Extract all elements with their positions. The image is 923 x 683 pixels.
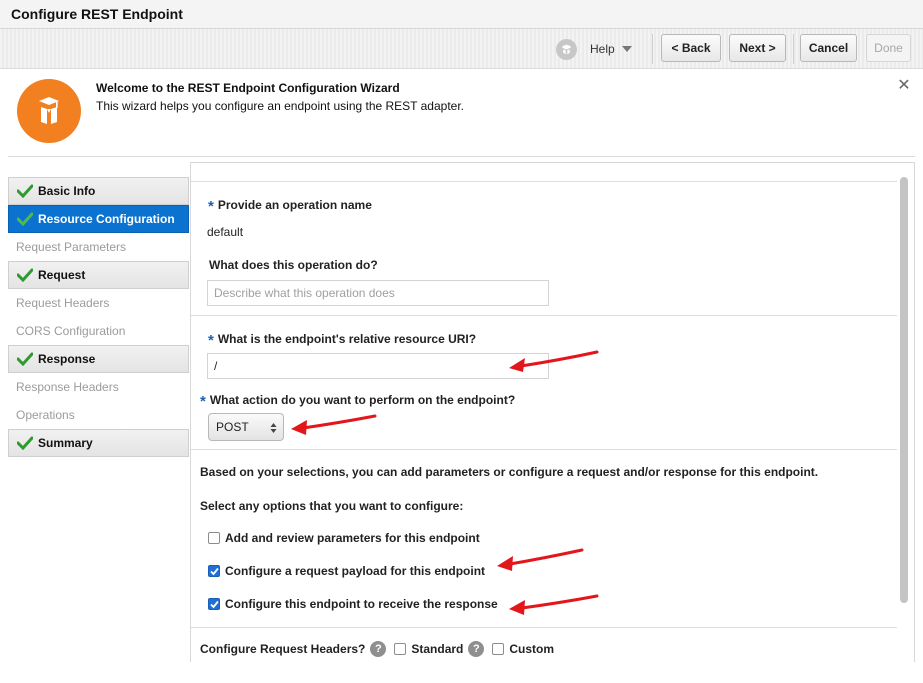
nav-item-label: CORS Configuration: [16, 324, 126, 338]
next-button[interactable]: Next >: [729, 34, 786, 62]
banner-divider: [8, 156, 915, 157]
help-menu[interactable]: Help: [590, 41, 632, 57]
operation-name-value[interactable]: default: [207, 225, 243, 239]
window-title: Configure REST Endpoint: [11, 6, 183, 22]
check-icon: [209, 567, 219, 575]
section-divider: [191, 315, 897, 316]
nav-item-operations: Operations: [8, 401, 189, 429]
wizard-logo-icon: [17, 79, 81, 143]
nav-item-request-parameters: Request Parameters: [8, 233, 189, 261]
custom-label: Custom: [509, 642, 555, 656]
selections-text: Based on your selections, you can add pa…: [200, 465, 819, 479]
action-select-value: POST: [216, 420, 249, 434]
option-params-checkbox[interactable]: Add and review parameters for this endpo…: [208, 531, 480, 545]
nav-item-label: Response Headers: [16, 380, 119, 394]
standard-checkbox[interactable]: [394, 643, 407, 655]
title-bar: Configure REST Endpoint: [0, 0, 923, 29]
option-request-checkbox[interactable]: Configure a request payload for this end…: [208, 564, 485, 578]
standard-label: Standard: [411, 642, 464, 656]
nav-item-summary[interactable]: Summary: [8, 429, 189, 457]
checkbox-checked[interactable]: [208, 598, 220, 610]
welcome-subtitle: This wizard helps you configure an endpo…: [96, 99, 465, 113]
nav-item-resource-configuration[interactable]: Resource Configuration: [8, 205, 189, 233]
action-select[interactable]: POST: [208, 413, 284, 441]
checkmark-icon: [17, 184, 33, 198]
toolbar-separator: [652, 34, 653, 64]
checkmark-icon: [17, 212, 33, 226]
wizard-nav: Basic Info Resource Configuration Reques…: [8, 177, 189, 457]
custom-checkbox[interactable]: [492, 643, 505, 655]
checkbox-checked[interactable]: [208, 565, 220, 577]
operation-name-label: * Provide an operation name: [208, 198, 372, 215]
nav-item-label: Resource Configuration: [38, 212, 175, 226]
operation-desc-label: What does this operation do?: [209, 258, 378, 272]
nav-item-label: Request Headers: [16, 296, 110, 310]
checkbox-unchecked[interactable]: [208, 532, 220, 544]
uri-label: * What is the endpoint's relative resour…: [208, 332, 477, 349]
chevron-down-icon: [621, 46, 632, 52]
request-headers-row: Configure Request Headers? ? Standard ? …: [200, 641, 554, 657]
section-divider: [191, 449, 897, 450]
nav-item-label: Summary: [38, 436, 93, 450]
nav-item-request[interactable]: Request: [8, 261, 189, 289]
help-menu-label: Help: [590, 42, 615, 56]
vertical-scrollbar[interactable]: [898, 172, 910, 660]
nav-item-label: Basic Info: [38, 184, 96, 198]
annotation-arrow-icon: [509, 594, 599, 615]
options-text: Select any options that you want to conf…: [200, 499, 464, 513]
nav-item-response-headers: Response Headers: [8, 373, 189, 401]
toolbar: Help < Back Next > Cancel Done: [0, 29, 923, 69]
nav-item-response[interactable]: Response: [8, 345, 189, 373]
nav-item-label: Operations: [16, 408, 75, 422]
nav-item-cors-configuration: CORS Configuration: [8, 317, 189, 345]
cancel-button[interactable]: Cancel: [800, 34, 857, 62]
annotation-arrow-icon: [509, 350, 599, 372]
uri-input[interactable]: [207, 353, 549, 379]
annotation-arrow-icon: [291, 414, 377, 435]
done-button[interactable]: Done: [866, 34, 911, 62]
help-icon[interactable]: ?: [370, 641, 387, 657]
checkmark-icon: [17, 352, 33, 366]
nav-item-basic-info[interactable]: Basic Info: [8, 177, 189, 205]
nav-item-label: Request: [38, 268, 86, 282]
operation-desc-input[interactable]: [207, 280, 549, 306]
nav-item-request-headers: Request Headers: [8, 289, 189, 317]
oracle-help-icon: [556, 39, 577, 60]
required-marker: *: [208, 198, 214, 215]
section-divider: [191, 181, 897, 182]
checkmark-icon: [17, 268, 33, 282]
nav-item-label: Response: [38, 352, 96, 366]
back-button[interactable]: < Back: [661, 34, 721, 62]
updown-arrow-icon: [270, 423, 277, 433]
required-marker: *: [200, 393, 206, 410]
check-icon: [209, 600, 219, 608]
required-marker: *: [208, 332, 214, 349]
checkmark-icon: [17, 436, 33, 450]
welcome-banner: Welcome to the REST Endpoint Configurati…: [8, 70, 915, 156]
nav-item-label: Request Parameters: [16, 240, 127, 254]
action-label: * What action do you want to perform on …: [200, 393, 516, 410]
toolbar-separator: [793, 34, 794, 64]
request-headers-label: Configure Request Headers?: [200, 642, 366, 656]
scroll-thumb[interactable]: [900, 177, 908, 603]
welcome-title: Welcome to the REST Endpoint Configurati…: [96, 81, 400, 95]
option-response-checkbox[interactable]: Configure this endpoint to receive the r…: [208, 597, 498, 611]
section-divider: [191, 627, 897, 628]
help-icon[interactable]: ?: [468, 641, 485, 657]
annotation-arrow-icon: [497, 548, 584, 571]
close-icon[interactable]: ✕: [897, 78, 911, 94]
